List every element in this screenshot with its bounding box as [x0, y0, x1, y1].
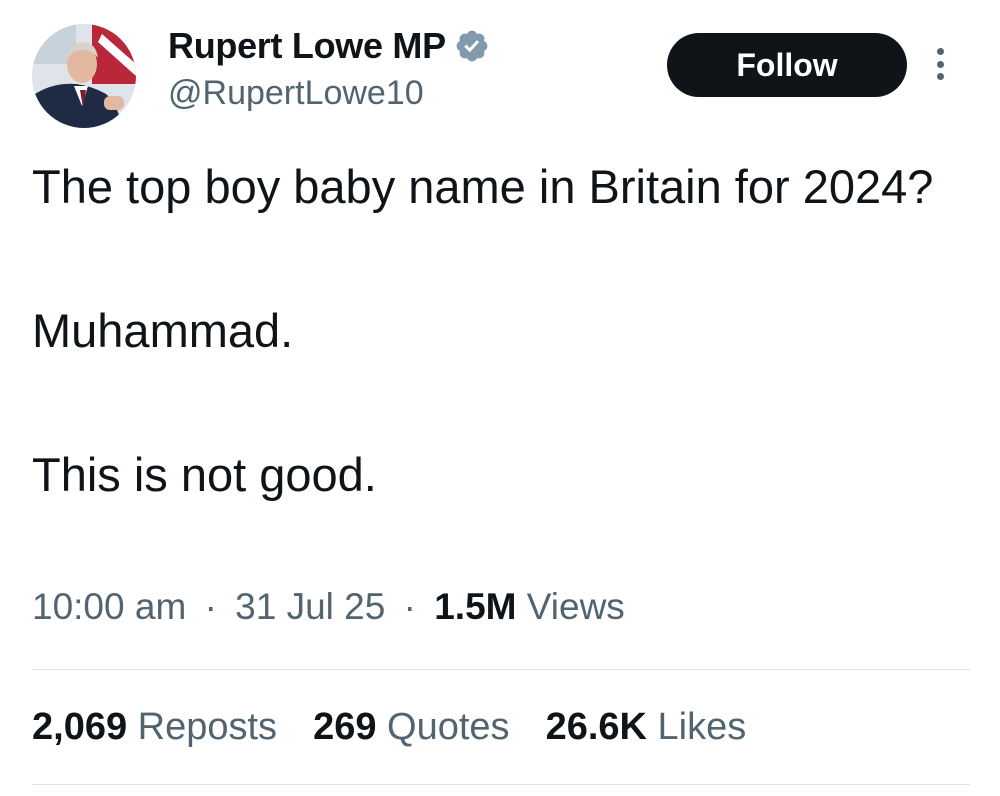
author-name-row: Rupert Lowe MP: [168, 22, 490, 70]
tweet-text: The top boy baby name in Britain for 202…: [32, 158, 962, 504]
tweet-meta: 10:00 am · 31 Jul 25 · 1.5M Views: [32, 586, 625, 628]
more-vertical-icon[interactable]: [928, 44, 952, 84]
author-avatar[interactable]: [32, 24, 136, 128]
views-count: 1.5M: [434, 586, 517, 627]
likes-label: Likes: [657, 706, 747, 748]
follow-button[interactable]: Follow: [667, 33, 907, 97]
author-handle[interactable]: @RupertLowe10: [168, 74, 424, 113]
avatar-photo: [32, 24, 136, 128]
likes-count: 26.6K: [545, 706, 647, 748]
meta-separator: ·: [204, 586, 217, 627]
tweet-line: Muhammad.: [32, 304, 294, 357]
meta-separator: ·: [403, 586, 416, 627]
reposts-stat[interactable]: 2,069 Reposts: [32, 706, 277, 749]
reposts-count: 2,069: [32, 706, 128, 748]
divider: [32, 669, 970, 670]
more-dot: [936, 60, 944, 68]
views-label: Views: [526, 586, 625, 627]
more-dot: [936, 48, 944, 55]
quotes-stat[interactable]: 269 Quotes: [313, 706, 510, 749]
tweet-line: This is not good.: [32, 448, 377, 501]
more-dot: [936, 73, 944, 80]
reposts-label: Reposts: [137, 706, 278, 748]
quotes-label: Quotes: [387, 706, 510, 748]
tweet-line: The top boy baby name in Britain for 202…: [32, 160, 934, 213]
author-display-name[interactable]: Rupert Lowe MP: [168, 25, 446, 67]
divider: [32, 784, 970, 785]
likes-stat[interactable]: 26.6K Likes: [546, 706, 747, 749]
quotes-count: 269: [313, 706, 377, 748]
tweet-time[interactable]: 10:00 am: [32, 586, 186, 627]
engagement-stats: 2,069 Reposts 269 Quotes 26.6K Likes: [32, 706, 746, 749]
tweet-date[interactable]: 31 Jul 25: [235, 586, 385, 627]
verified-badge-icon[interactable]: [454, 28, 490, 64]
